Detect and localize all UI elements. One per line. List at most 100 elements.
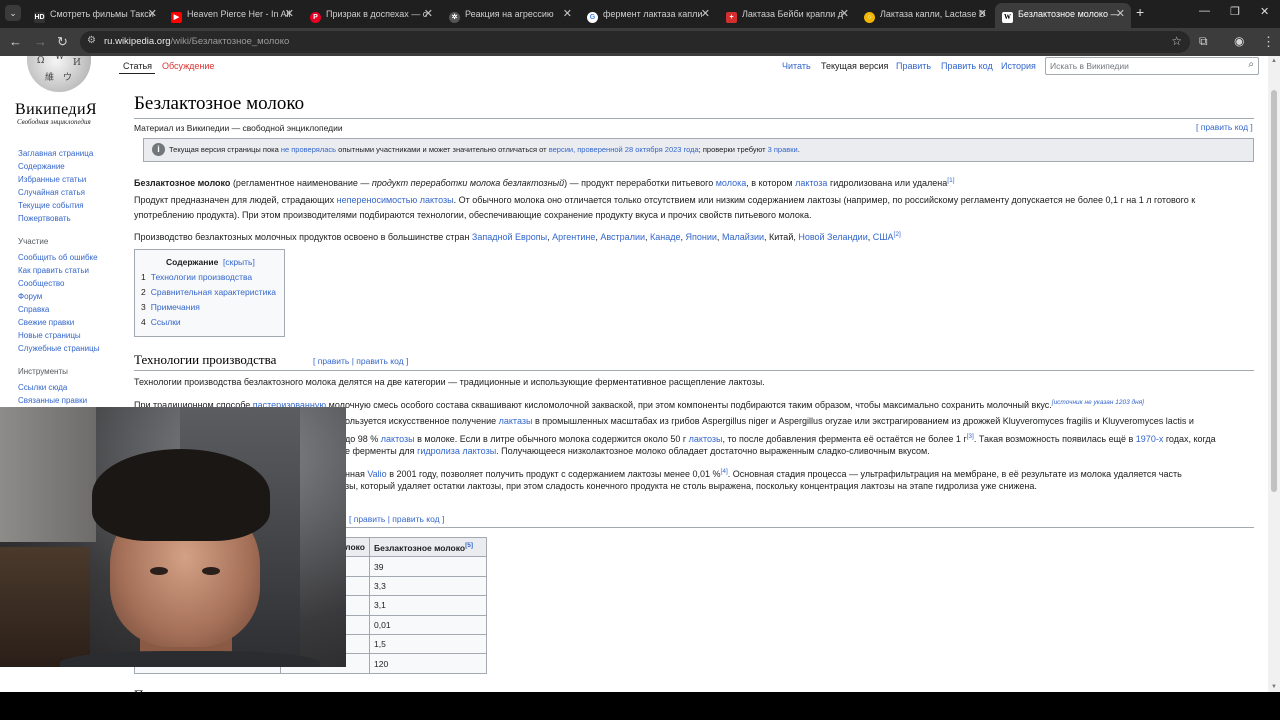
section-divider [134,370,1254,371]
scroll-down-icon[interactable]: ▼ [1271,684,1277,690]
bookmark-star-icon[interactable]: ☆ [1171,34,1182,48]
sidebar-item-help[interactable]: Справка [18,303,99,316]
new-tab-icon[interactable]: + [1136,4,1144,20]
url-text: ru.wikipedia.org/wiki/Безлактозное_молок… [104,36,290,47]
close-tab-icon[interactable]: ✕ [424,3,433,25]
browser-tab[interactable]: P Призрак в доспехах — с ✕ [303,3,439,25]
sidebar-item-how-to-edit[interactable]: Как править статьи [18,264,99,277]
search-icon[interactable]: ⌕ [1248,59,1254,70]
page-title: Безлактозное молоко [134,93,305,114]
screen: ⌄ HD Смотреть фильмы Такси ✕ ▶ Heaven Pierc… [0,0,1280,720]
paragraph-tech-7: зы, который удаляет остатки лактозы, при… [345,481,1037,491]
menu-kebab-icon[interactable]: ⋮ [1262,34,1275,50]
scrollbar-thumb[interactable] [1271,90,1277,492]
back-icon[interactable]: ← [9,34,22,49]
close-tab-icon[interactable]: ✕ [1116,3,1125,25]
close-tab-icon[interactable]: ✕ [978,3,987,25]
table-cell: 1,5 [369,633,487,655]
toc-item[interactable]: 1 Технологии производства [141,272,252,282]
close-window-icon[interactable]: ✕ [1260,5,1269,18]
browser-tab[interactable]: ✲ Реакция на агрессию ✕ [442,3,578,25]
browser-tab[interactable]: + Лактаза Бейби крапли д ✕ [719,3,855,25]
tab-current-version[interactable]: Текущая версия [821,61,888,71]
webcam-person-eye [202,567,220,575]
toc-hide-toggle[interactable]: [скрыть] [223,257,255,267]
close-tab-icon[interactable]: ✕ [840,3,849,25]
sidebar-item-related-changes[interactable]: Связанные правки [18,394,87,407]
maximize-icon[interactable]: ❐ [1230,5,1240,18]
browser-tab[interactable]: ▶ Heaven Pierce Her - In All ✕ [164,3,300,25]
wikipedia-favicon-icon: W [1002,12,1013,23]
sidebar-item-new-pages[interactable]: Новые страницы [18,329,99,342]
youtube-favicon-icon: ▶ [171,12,182,23]
browser-tab[interactable]: HD Смотреть фильмы Такси ✕ [27,3,163,25]
tab-history[interactable]: История [1001,61,1036,71]
sidebar-heading-tools: Инструменты [18,367,68,376]
section-edit-links[interactable]: [ править | править код ] [313,356,408,366]
title-divider [134,118,1254,119]
close-tab-icon[interactable]: ✕ [285,3,294,25]
paragraph-production: Производство безлактозных молочных проду… [134,231,901,242]
page-scrollbar[interactable]: ▲ ▼ [1268,56,1280,692]
toc-item[interactable]: 2 Сравнительная характеристика [141,287,276,297]
scroll-up-icon[interactable]: ▲ [1271,58,1277,64]
close-tab-icon[interactable]: ✕ [701,3,710,25]
tab-search-chevron-icon[interactable]: ⌄ [5,5,21,21]
sidebar-item-community[interactable]: Сообщество [18,277,99,290]
table-cell: 0,01 [369,614,487,635]
tab-read[interactable]: Читать [782,61,811,71]
hd-favicon-icon: HD [34,12,45,23]
reload-icon[interactable]: ↻ [57,34,68,50]
site-info-icon[interactable]: ⚙ [87,35,96,46]
sidebar-main-nav: Заглавная страница Содержание Избранные … [18,147,93,225]
toc-item[interactable]: 4 Ссылки [141,317,181,327]
table-header: Безлактозное молоко[5] [369,536,487,558]
sidebar-item-recent-changes[interactable]: Свежие правки [18,316,99,329]
tab-edit-code[interactable]: Править код [941,61,993,71]
close-tab-icon[interactable]: ✕ [563,3,572,25]
sidebar-item-forum[interactable]: Форум [18,290,99,303]
browser-tab[interactable]: Gфермент лактаза капли ✕ [580,3,716,25]
sidebar-item-contents[interactable]: Содержание [18,160,93,173]
wikipedia-globe-logo[interactable]: ΩWИ 維ウ [27,56,91,92]
tab-edit[interactable]: Править [896,61,931,71]
minimize-icon[interactable]: — [1199,5,1210,17]
paragraph-tech-3: ользуется искусственное получение лактаз… [345,416,1194,426]
toc-item[interactable]: 3 Примечания [141,302,200,312]
sidebar-item-current-events[interactable]: Текущие события [18,199,93,212]
sidebar-item-special-pages[interactable]: Служебные страницы [18,342,99,355]
section-heading-technology: Технологии производства [134,352,277,367]
extensions-icon[interactable]: ⧉ [1199,34,1208,49]
sidebar-item-donate[interactable]: Пожертвовать [18,212,93,225]
address-bar[interactable]: ⚙ ru.wikipedia.org/wiki/Безлактозное_мол… [80,31,1190,53]
sidebar-item-featured[interactable]: Избранные статьи [18,173,93,186]
table-cell: 3,3 [369,575,487,597]
pinterest-favicon-icon: P [310,12,321,23]
section-edit-links-2[interactable]: [ править | править код ] [349,514,444,524]
browser-tab-strip: ⌄ HD Смотреть фильмы Такси ✕ ▶ Heaven Pierc… [0,0,1280,28]
webcam-overlay [0,407,346,667]
sidebar-item-main-page[interactable]: Заглавная страница [18,147,93,160]
tab-article[interactable]: Статья [123,61,152,71]
sidebar-item-report-error[interactable]: Сообщить об ошибке [18,251,99,264]
search-placeholder: Искать в Википедии [1050,61,1129,71]
pharmacy-favicon-icon: + [726,12,737,23]
page-subtitle: Материал из Википедии — свободной энцикл… [134,123,343,133]
forward-icon[interactable]: → [34,34,47,49]
sidebar-item-random[interactable]: Случайная статья [18,186,93,199]
table-cell: 120 [369,653,487,674]
paragraph-tech-5: е ферменты для гидролиза лактозы. Получа… [345,446,930,456]
close-tab-icon[interactable]: ✕ [148,3,157,25]
browser-tab[interactable]: ○ Лактаза капли, Lactase D ✕ [857,3,993,25]
wikipedia-wordmark[interactable]: ВикипедиЯ [15,101,97,119]
browser-tab-active[interactable]: W Безлактозное молоко — ✕ [995,3,1131,28]
search-input[interactable]: Искать в Википедии ⌕ [1045,57,1259,75]
tab-talk[interactable]: Обсуждение [162,61,214,71]
webcam-person-shirt [60,651,320,667]
paragraph-intro: Безлактозное молоко (регламентное наимен… [134,177,955,188]
sidebar-item-what-links-here[interactable]: Ссылки сюда [18,381,87,394]
profile-icon[interactable]: ◉ [1234,34,1244,48]
notice-text: Текущая версия страницы пока не проверял… [169,145,800,154]
edit-code-link[interactable]: [ править код ] [1196,122,1253,132]
google-favicon-icon: G [587,12,598,23]
